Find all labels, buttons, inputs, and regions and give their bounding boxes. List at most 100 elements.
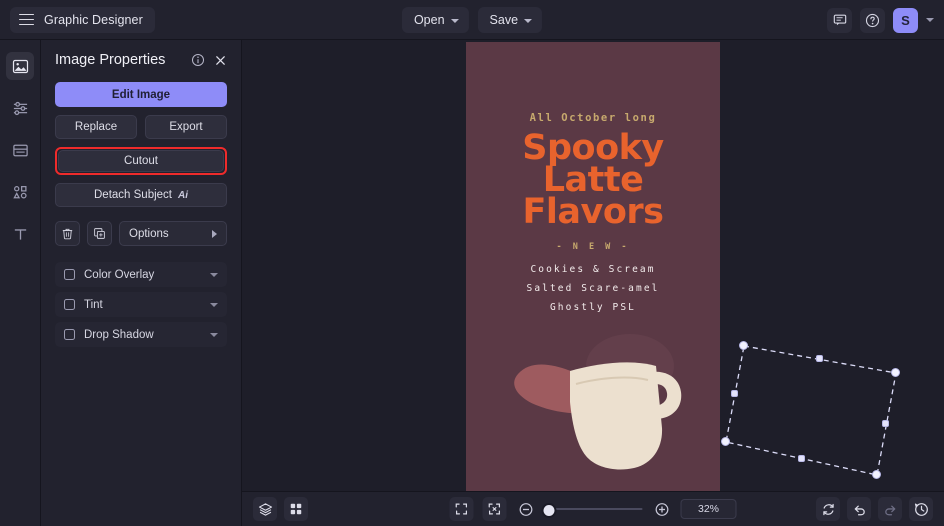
undo-icon bbox=[854, 505, 865, 515]
bottom-left-tools bbox=[253, 497, 308, 521]
image-icon bbox=[12, 59, 28, 73]
open-button[interactable]: Open bbox=[401, 7, 469, 33]
save-button-label: Save bbox=[489, 13, 519, 27]
zoom-out-button[interactable] bbox=[516, 499, 536, 519]
panel-header: Image Properties bbox=[55, 52, 227, 68]
handle-bottom-right[interactable] bbox=[872, 470, 881, 479]
account-chevron-down-icon[interactable] bbox=[926, 18, 934, 22]
effect-row-tint[interactable]: Tint bbox=[55, 292, 227, 317]
effect-row-color-overlay[interactable]: Color Overlay bbox=[55, 262, 227, 287]
replace-button[interactable]: Replace bbox=[55, 115, 137, 139]
image-properties-panel: Image Properties Edit Image Replace Expo… bbox=[41, 40, 242, 526]
zoom-slider-knob[interactable] bbox=[541, 503, 557, 518]
chevron-down-icon bbox=[450, 18, 459, 23]
tint-label: Tint bbox=[84, 298, 103, 311]
bottom-bar: 32% bbox=[242, 491, 944, 526]
canvas-workspace[interactable]: All October long Spooky Latte Flavors - … bbox=[242, 40, 944, 491]
shapes-icon bbox=[12, 185, 27, 198]
info-icon[interactable] bbox=[191, 53, 205, 67]
grid-view-button[interactable] bbox=[284, 497, 308, 521]
save-button[interactable]: Save bbox=[477, 7, 543, 33]
help-button[interactable] bbox=[860, 7, 885, 33]
fit-to-screen-button[interactable] bbox=[449, 497, 474, 521]
grid-icon bbox=[290, 503, 302, 515]
close-icon[interactable] bbox=[214, 54, 227, 67]
reset-icon bbox=[822, 503, 834, 515]
trash-icon bbox=[62, 228, 73, 240]
rail-item-text[interactable] bbox=[6, 220, 34, 248]
history-button[interactable] bbox=[909, 497, 933, 521]
zoom-in-button[interactable] bbox=[652, 499, 672, 519]
brand-menu-button[interactable]: Graphic Designer bbox=[10, 6, 155, 33]
chevron-down-icon bbox=[524, 18, 533, 23]
top-bar: Graphic Designer Open Save S bbox=[0, 0, 944, 40]
object-tools-row: Options bbox=[55, 221, 227, 246]
comment-icon bbox=[833, 14, 846, 26]
rail-item-adjustments[interactable] bbox=[6, 94, 34, 122]
fit-selection-button[interactable] bbox=[482, 497, 507, 521]
effects-list: Color Overlay Tint Drop Shadow bbox=[55, 262, 227, 347]
panel-title: Image Properties bbox=[55, 52, 166, 68]
ai-badge: Ai bbox=[178, 189, 188, 201]
redo-icon bbox=[884, 505, 895, 515]
options-button[interactable]: Options bbox=[119, 221, 227, 246]
replace-export-row: Replace Export bbox=[55, 115, 227, 139]
detach-subject-label: Detach Subject bbox=[94, 189, 172, 201]
tint-checkbox[interactable] bbox=[64, 299, 75, 310]
history-icon bbox=[914, 502, 928, 516]
chevron-down-icon[interactable] bbox=[210, 302, 218, 307]
fit-to-screen-icon bbox=[455, 503, 468, 515]
hamburger-icon bbox=[19, 13, 34, 26]
handle-middle-left[interactable] bbox=[731, 390, 738, 397]
export-button[interactable]: Export bbox=[145, 115, 227, 139]
chevron-right-icon bbox=[212, 229, 217, 238]
redo-button[interactable] bbox=[878, 497, 902, 521]
top-right-actions: S bbox=[827, 0, 934, 40]
handle-bottom-center[interactable] bbox=[798, 455, 805, 462]
layout-icon bbox=[12, 144, 28, 156]
options-label: Options bbox=[129, 227, 169, 240]
chevron-down-icon[interactable] bbox=[210, 332, 218, 337]
zoom-level-value[interactable]: 32% bbox=[680, 499, 737, 519]
handle-top-left[interactable] bbox=[739, 341, 748, 350]
zoom-controls: 32% bbox=[449, 497, 737, 521]
duplicate-button[interactable] bbox=[87, 221, 112, 246]
comment-button[interactable] bbox=[827, 7, 852, 33]
effect-row-drop-shadow[interactable]: Drop Shadow bbox=[55, 322, 227, 347]
help-circle-icon bbox=[865, 13, 880, 27]
delete-button[interactable] bbox=[55, 221, 80, 246]
selection-box bbox=[725, 345, 897, 476]
rail-item-layout[interactable] bbox=[6, 136, 34, 164]
left-tool-rail bbox=[0, 40, 41, 526]
cutout-button[interactable]: Cutout bbox=[58, 150, 224, 172]
color-overlay-checkbox[interactable] bbox=[64, 269, 75, 280]
zoom-out-icon bbox=[519, 502, 532, 516]
rail-item-images[interactable] bbox=[6, 52, 34, 80]
coffee-mug-artwork[interactable] bbox=[466, 42, 720, 491]
reset-button[interactable] bbox=[816, 497, 840, 521]
sliders-icon bbox=[13, 101, 27, 115]
duplicate-icon bbox=[94, 228, 105, 239]
cutout-highlight: Cutout bbox=[55, 147, 227, 175]
drop-shadow-checkbox[interactable] bbox=[64, 329, 75, 340]
artboard[interactable]: All October long Spooky Latte Flavors - … bbox=[466, 42, 720, 491]
avatar[interactable]: S bbox=[893, 7, 918, 33]
top-center-actions: Open Save bbox=[401, 0, 543, 40]
undo-button[interactable] bbox=[847, 497, 871, 521]
zoom-slider[interactable] bbox=[541, 503, 643, 518]
detach-subject-button[interactable]: Detach Subject Ai bbox=[55, 183, 227, 207]
handle-middle-right[interactable] bbox=[882, 420, 889, 427]
avatar-initial: S bbox=[901, 12, 910, 28]
handle-top-right[interactable] bbox=[891, 368, 900, 377]
layers-button[interactable] bbox=[253, 497, 277, 521]
selection-handles bbox=[721, 330, 902, 490]
handle-bottom-left[interactable] bbox=[721, 437, 730, 446]
rail-item-shapes[interactable] bbox=[6, 178, 34, 206]
open-button-label: Open bbox=[413, 13, 445, 27]
panel-header-actions bbox=[191, 53, 227, 67]
handle-top-center[interactable] bbox=[816, 355, 823, 362]
app-title: Graphic Designer bbox=[44, 12, 143, 27]
drop-shadow-label: Drop Shadow bbox=[84, 328, 154, 341]
chevron-down-icon[interactable] bbox=[210, 272, 218, 277]
edit-image-button[interactable]: Edit Image bbox=[55, 82, 227, 107]
